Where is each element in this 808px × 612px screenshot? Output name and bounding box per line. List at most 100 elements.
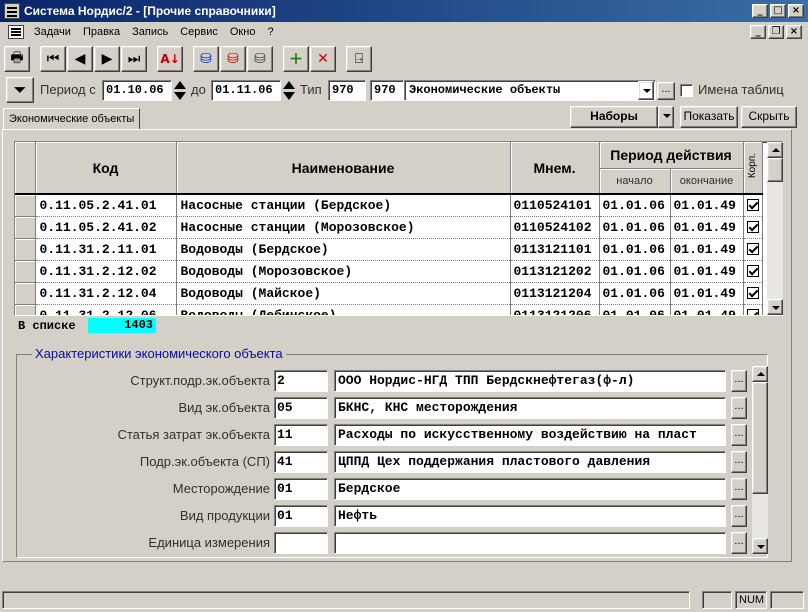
characteristic-lookup-button[interactable]: ...	[731, 397, 747, 419]
add-record-icon[interactable]: ＋	[283, 46, 309, 72]
characteristic-code-input[interactable]: 11	[274, 424, 328, 446]
cell-name[interactable]: Водоводы (Майское)	[176, 282, 511, 305]
table-row[interactable]: 0.11.31.2.11.01 Водоводы (Бердское) 011312…	[15, 238, 763, 261]
row-indicator[interactable]	[15, 216, 36, 239]
characteristic-code-input[interactable]: 2	[274, 370, 328, 392]
characteristic-lookup-button[interactable]: ...	[731, 370, 747, 392]
row-indicator[interactable]	[15, 282, 36, 305]
sort-az-icon[interactable]: A↓	[157, 46, 183, 72]
first-record-icon[interactable]: ⏮	[40, 46, 66, 72]
cell-end[interactable]: 01.01.49	[670, 260, 744, 283]
tab-economic-objects[interactable]: Экономические объекты	[3, 108, 141, 130]
mdi-restore-button[interactable]: ❐	[768, 25, 784, 39]
cell-mnem[interactable]: 0113121101	[510, 238, 600, 261]
corp-checkbox[interactable]	[746, 265, 759, 278]
cell-code[interactable]: 0.11.31.2.11.01	[35, 238, 177, 261]
column-header-name[interactable]: Наименование	[176, 142, 511, 195]
cell-start[interactable]: 01.01.06	[599, 304, 671, 315]
row-indicator[interactable]	[15, 304, 36, 315]
grid-scrollbar[interactable]	[767, 142, 783, 315]
last-record-icon[interactable]: ⏭	[121, 46, 147, 72]
cell-end[interactable]: 01.01.49	[670, 238, 744, 261]
period-from-spinner[interactable]	[173, 80, 187, 101]
document-menu-icon[interactable]	[8, 25, 24, 39]
column-header-end[interactable]: окончание	[670, 168, 744, 195]
corp-checkbox[interactable]	[746, 309, 759, 315]
cell-start[interactable]: 01.01.06	[599, 238, 671, 261]
cell-mnem[interactable]: 0110524101	[510, 193, 600, 217]
period-to-input[interactable]: 01.11.06	[211, 80, 281, 101]
row-indicator[interactable]	[15, 238, 36, 261]
sets-button[interactable]: Наборы	[570, 106, 658, 128]
table-row[interactable]: 0.11.31.2.12.06 Водоводы (Лебинское) 01131…	[15, 304, 763, 315]
characteristic-lookup-button[interactable]: ...	[731, 451, 747, 473]
cell-end[interactable]: 01.01.49	[670, 304, 744, 315]
sets-dropdown-arrow[interactable]	[658, 106, 674, 128]
cell-code[interactable]: 0.11.05.2.41.01	[35, 193, 177, 217]
cell-end[interactable]: 01.01.49	[670, 193, 744, 217]
type-code-input[interactable]: 970	[328, 80, 366, 101]
chr-scroll-down-icon[interactable]	[752, 538, 768, 554]
cell-start[interactable]: 01.01.06	[599, 216, 671, 239]
corp-checkbox[interactable]	[746, 199, 759, 212]
cell-end[interactable]: 01.01.49	[670, 282, 744, 305]
characteristic-lookup-button[interactable]: ...	[731, 505, 747, 527]
cell-code[interactable]: 0.11.31.2.12.02	[35, 260, 177, 283]
column-header-mnem[interactable]: Мнем.	[510, 142, 600, 195]
table-row[interactable]: 0.11.05.2.41.02 Насосные станции (Морозов…	[15, 216, 763, 239]
corp-checkbox[interactable]	[746, 287, 759, 300]
grid-scroll-thumb[interactable]	[767, 158, 783, 182]
hide-button[interactable]: Скрыть	[741, 106, 797, 128]
cell-corp[interactable]	[743, 193, 763, 217]
cell-corp[interactable]	[743, 304, 763, 315]
menu-window[interactable]: Окно	[224, 26, 262, 38]
db-down-icon[interactable]: ⛁	[193, 46, 219, 72]
cell-name[interactable]: Насосные станции (Морозовское)	[176, 216, 511, 239]
cell-code[interactable]: 0.11.05.2.41.02	[35, 216, 177, 239]
cell-start[interactable]: 01.01.06	[599, 193, 671, 217]
cell-corp[interactable]	[743, 260, 763, 283]
cell-code[interactable]: 0.11.31.2.12.06	[35, 304, 177, 315]
grid-scroll-up-icon[interactable]	[767, 142, 783, 158]
characteristic-lookup-button[interactable]: ...	[731, 532, 747, 554]
chr-scroll-thumb[interactable]	[752, 382, 768, 494]
cell-name[interactable]: Водоводы (Бердское)	[176, 238, 511, 261]
menu-tasks[interactable]: Задачи	[28, 26, 77, 38]
cell-mnem[interactable]: 0113121204	[510, 282, 600, 305]
menu-edit[interactable]: Правка	[77, 26, 126, 38]
characteristic-code-input[interactable]: 01	[274, 478, 328, 500]
cell-code[interactable]: 0.11.31.2.12.04	[35, 282, 177, 305]
print-icon[interactable]: 🖶	[4, 46, 30, 72]
table-names-checkbox[interactable]	[680, 84, 693, 97]
table-row[interactable]: 0.11.05.2.41.01 Насосные станции (Бердско…	[15, 193, 763, 217]
menu-help[interactable]: ?	[261, 26, 279, 38]
db-clear-icon[interactable]: ⛁	[247, 46, 273, 72]
prev-record-icon[interactable]: ◀	[67, 46, 93, 72]
app-icon[interactable]	[4, 3, 20, 19]
characteristic-code-input[interactable]: 01	[274, 505, 328, 527]
corp-checkbox[interactable]	[746, 243, 759, 256]
cell-name[interactable]: Водоводы (Морозовское)	[176, 260, 511, 283]
cell-name[interactable]: Насосные станции (Бердское)	[176, 193, 511, 217]
minimize-button[interactable]: _	[752, 4, 768, 18]
next-record-icon[interactable]: ▶	[94, 46, 120, 72]
column-header-corp[interactable]: Корп.	[743, 142, 763, 195]
filter-funnel-icon[interactable]: ⏷	[6, 77, 34, 103]
cell-mnem[interactable]: 0113121202	[510, 260, 600, 283]
cell-mnem[interactable]: 0113121206	[510, 304, 600, 315]
corp-checkbox[interactable]	[746, 221, 759, 234]
characteristic-code-input[interactable]: 41	[274, 451, 328, 473]
characteristic-code-input[interactable]: 05	[274, 397, 328, 419]
row-indicator[interactable]	[15, 260, 36, 283]
show-button[interactable]: Показать	[680, 106, 738, 128]
type-name-select[interactable]: Экономические объекты	[404, 80, 656, 101]
cell-start[interactable]: 01.01.06	[599, 282, 671, 305]
chr-scroll-up-icon[interactable]	[752, 366, 768, 382]
menu-record[interactable]: Запись	[126, 26, 174, 38]
cell-name[interactable]: Водоводы (Лебинское)	[176, 304, 511, 315]
db-up-icon[interactable]: ⛁	[220, 46, 246, 72]
characteristics-scrollbar[interactable]	[752, 366, 768, 554]
mdi-minimize-button[interactable]: _	[750, 25, 766, 39]
characteristic-lookup-button[interactable]: ...	[731, 424, 747, 446]
characteristic-code-input[interactable]	[274, 532, 328, 554]
